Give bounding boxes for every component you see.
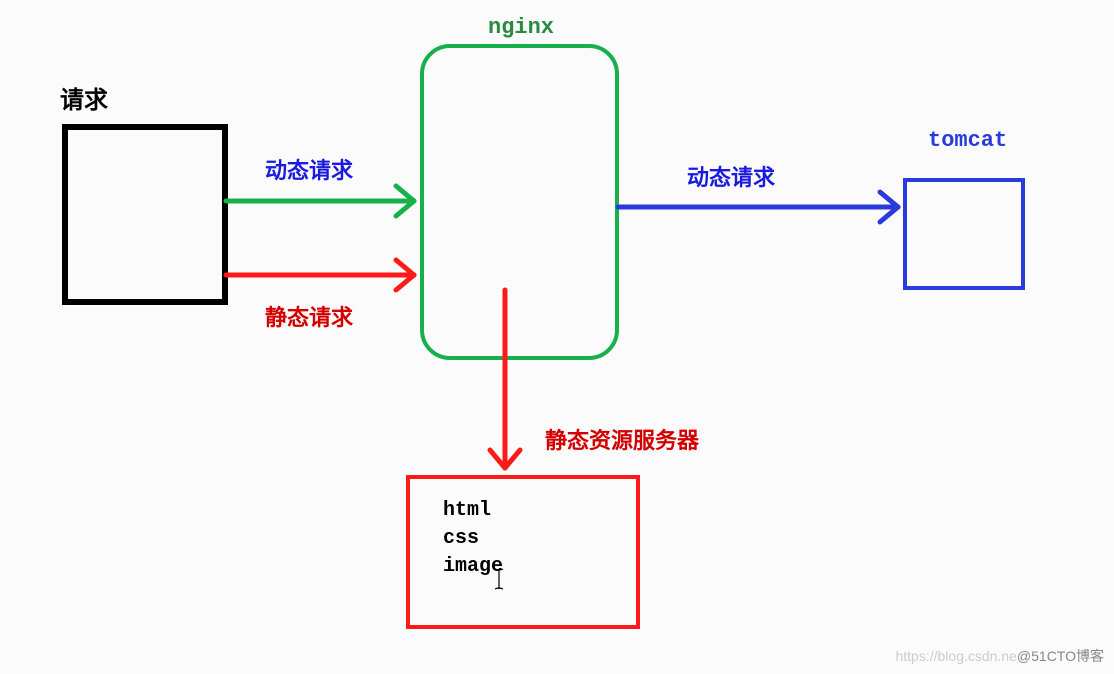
static-file-image: image	[443, 555, 503, 578]
arrow-dynamic-to-tomcat	[618, 192, 898, 222]
label-request: 请求	[60, 80, 108, 115]
arrow-nginx-to-static	[490, 290, 520, 468]
diagram-canvas	[0, 0, 1114, 674]
arrow-dynamic-to-nginx	[226, 186, 414, 216]
watermark-dark: @51CTO博客	[1017, 648, 1104, 664]
node-tomcat-box	[905, 180, 1023, 288]
static-file-html: html	[443, 499, 491, 522]
label-edge-dynamic-nginx: 动态请求	[265, 153, 353, 185]
watermark-faint: https://blog.csdn.ne	[895, 648, 1016, 664]
node-request-box	[65, 127, 225, 302]
arrow-static-to-nginx	[226, 260, 414, 290]
label-edge-static-nginx: 静态请求	[265, 300, 353, 332]
label-edge-dynamic-tomcat: 动态请求	[687, 160, 775, 192]
static-file-css: css	[443, 527, 479, 550]
label-tomcat: tomcat	[928, 128, 1007, 153]
watermark: https://blog.csdn.ne@51CTO博客	[895, 646, 1104, 666]
label-static-server: 静态资源服务器	[545, 423, 699, 455]
node-nginx-box	[422, 46, 617, 358]
label-nginx: nginx	[488, 15, 554, 40]
